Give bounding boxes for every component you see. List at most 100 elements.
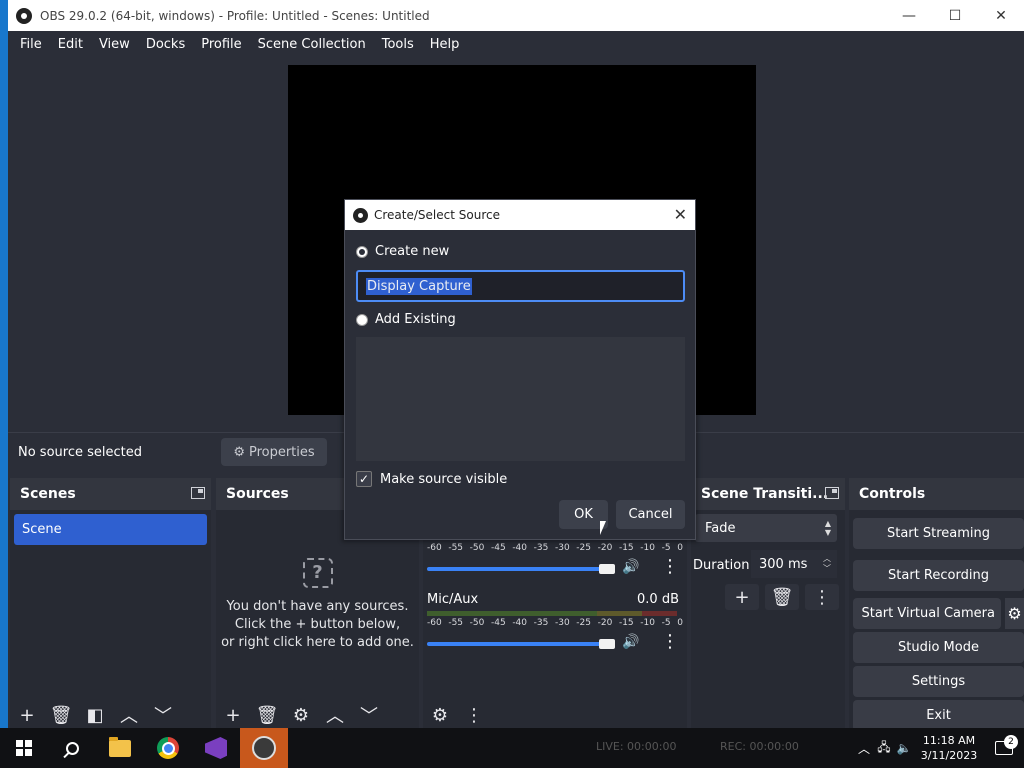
question-icon: ? bbox=[302, 558, 333, 588]
transitions-title: Scene Transiti... bbox=[701, 486, 829, 502]
volume-icon[interactable]: 🔈 bbox=[894, 741, 914, 755]
make-visible-label[interactable]: Make source visible bbox=[380, 472, 507, 487]
live-status: LIVE: 00:00:00 bbox=[596, 740, 677, 753]
settings-button[interactable]: Settings bbox=[853, 666, 1024, 697]
chevron-up-icon: ︿ bbox=[326, 706, 344, 727]
start-button[interactable] bbox=[0, 728, 48, 768]
obs-icon bbox=[252, 736, 276, 760]
plus-icon: + bbox=[19, 704, 35, 726]
properties-label: Properties bbox=[248, 444, 315, 460]
menu-scene-collection[interactable]: Scene Collection bbox=[250, 37, 374, 52]
scene-down-button[interactable]: ﹀ bbox=[146, 702, 180, 728]
mic-aux-volume-slider[interactable] bbox=[427, 642, 607, 646]
transition-menu-button[interactable]: ⋮ bbox=[805, 584, 839, 610]
desktop-audio-volume-slider[interactable] bbox=[427, 567, 607, 571]
add-scene-button[interactable]: + bbox=[10, 702, 44, 728]
existing-sources-list[interactable] bbox=[356, 337, 685, 461]
menu-docks[interactable]: Docks bbox=[138, 37, 193, 52]
sources-empty-state: ? You don't have any sources. Click the … bbox=[216, 558, 419, 652]
dialog-title: Create/Select Source bbox=[374, 208, 500, 222]
source-name-input[interactable]: Display Capture bbox=[356, 270, 685, 302]
add-source-button[interactable]: + bbox=[216, 702, 250, 728]
slider-handle[interactable] bbox=[599, 564, 615, 574]
scene-transitions-dock: Scene Transiti... Fade ▲ ▼ Duration 300 m… bbox=[691, 478, 845, 728]
source-up-button[interactable]: ︿ bbox=[318, 702, 352, 728]
studio-mode-button[interactable]: Studio Mode bbox=[853, 632, 1024, 663]
virtual-camera-settings-button[interactable]: ⚙ bbox=[1005, 598, 1024, 629]
menu-profile[interactable]: Profile bbox=[193, 37, 249, 52]
remove-scene-button[interactable]: 🗑 bbox=[44, 702, 78, 728]
notification-count: 2 bbox=[1004, 735, 1018, 749]
menu-file[interactable]: File bbox=[12, 37, 50, 52]
trash-icon: 🗑 bbox=[255, 704, 279, 726]
file-explorer-button[interactable] bbox=[96, 728, 144, 768]
duration-label: Duration bbox=[693, 558, 750, 573]
more-options-icon: ⋮ bbox=[813, 586, 831, 608]
obs-main-window: OBS 29.0.2 (64-bit, windows) - Profile: … bbox=[8, 0, 1024, 728]
add-transition-button[interactable]: + bbox=[725, 584, 759, 610]
minimize-button[interactable]: — bbox=[886, 0, 932, 31]
search-button[interactable] bbox=[48, 728, 96, 768]
more-options-icon: ⋮ bbox=[465, 704, 483, 726]
menu-edit[interactable]: Edit bbox=[50, 37, 91, 52]
speaker-icon[interactable]: 🔊 bbox=[622, 634, 639, 650]
remove-transition-button[interactable]: 🗑 bbox=[765, 584, 799, 610]
properties-button[interactable]: ⚙ Properties bbox=[221, 438, 327, 466]
transition-select[interactable]: Fade ▲ ▼ bbox=[695, 514, 837, 542]
more-options-icon[interactable]: ⋮ bbox=[661, 556, 679, 577]
obs-taskbar-button[interactable] bbox=[240, 728, 288, 768]
maximize-button[interactable]: ☐ bbox=[932, 0, 978, 31]
menu-tools[interactable]: Tools bbox=[374, 37, 422, 52]
create-select-source-dialog: Create/Select Source ✕ Create new Displa… bbox=[344, 199, 696, 540]
controls-title: Controls bbox=[859, 486, 926, 502]
clock[interactable]: 11:18 AM 3/11/2023 bbox=[914, 733, 984, 763]
plus-icon: + bbox=[734, 586, 750, 608]
undock-icon[interactable] bbox=[191, 487, 205, 499]
trash-icon: 🗑 bbox=[770, 586, 794, 608]
obs-logo-icon bbox=[16, 7, 32, 24]
network-icon[interactable]: 🖧 bbox=[874, 738, 894, 759]
menu-view[interactable]: View bbox=[91, 37, 138, 52]
more-options-icon[interactable]: ⋮ bbox=[661, 631, 679, 652]
add-existing-label[interactable]: Add Existing bbox=[375, 312, 456, 327]
mouse-cursor bbox=[600, 521, 606, 535]
undock-icon[interactable] bbox=[825, 487, 839, 499]
cancel-button[interactable]: Cancel bbox=[616, 500, 685, 529]
source-down-button[interactable]: ﹀ bbox=[352, 702, 386, 728]
scene-up-button[interactable]: ︿ bbox=[112, 702, 146, 728]
chrome-button[interactable] bbox=[144, 728, 192, 768]
visual-studio-button[interactable] bbox=[192, 728, 240, 768]
remove-source-button[interactable]: 🗑 bbox=[250, 702, 284, 728]
chevron-down-icon: ﹀ bbox=[360, 706, 378, 727]
clock-time: 11:18 AM bbox=[922, 734, 976, 747]
start-virtual-camera-button[interactable]: Start Virtual Camera bbox=[853, 598, 1001, 629]
duration-spinbox[interactable]: 300 ms ︿ ﹀ bbox=[751, 550, 837, 578]
gears-icon: ⚙ bbox=[431, 704, 449, 726]
scene-filters-button[interactable]: ◧ bbox=[78, 702, 112, 728]
source-properties-button[interactable]: ⚙ bbox=[284, 702, 318, 728]
slider-handle[interactable] bbox=[599, 639, 615, 649]
system-tray: ︿ 🖧 🔈 11:18 AM 3/11/2023 2 bbox=[854, 728, 1024, 768]
create-new-label[interactable]: Create new bbox=[375, 244, 449, 259]
close-button[interactable]: ✕ bbox=[978, 0, 1024, 31]
sources-empty-line1: You don't have any sources. bbox=[226, 599, 409, 614]
gear-icon: ⚙ bbox=[233, 444, 245, 460]
scene-list-item[interactable]: Scene bbox=[14, 514, 207, 545]
notifications-button[interactable]: 2 bbox=[984, 735, 1024, 755]
exit-button[interactable]: Exit bbox=[853, 700, 1024, 728]
start-streaming-button[interactable]: Start Streaming bbox=[853, 518, 1024, 549]
speaker-icon[interactable]: 🔊 bbox=[622, 559, 639, 575]
start-recording-button[interactable]: Start Recording bbox=[853, 560, 1024, 591]
make-visible-checkbox[interactable]: ✓ bbox=[356, 471, 372, 487]
source-name-value: Display Capture bbox=[366, 277, 472, 295]
create-new-radio[interactable] bbox=[356, 246, 368, 258]
spin-arrows-icon[interactable]: ︿ ﹀ bbox=[823, 554, 831, 574]
sources-empty-line3: or right click here to add one. bbox=[221, 635, 414, 650]
menu-help[interactable]: Help bbox=[422, 37, 468, 52]
add-existing-radio[interactable] bbox=[356, 314, 368, 326]
close-icon[interactable]: ✕ bbox=[674, 205, 687, 224]
chevron-up-icon[interactable]: ︿ bbox=[854, 740, 874, 757]
controls-dock: Controls Start Streaming Start Recording… bbox=[849, 478, 1024, 728]
mixer-menu-button[interactable]: ⋮ bbox=[457, 702, 491, 728]
advanced-audio-button[interactable]: ⚙ bbox=[423, 702, 457, 728]
